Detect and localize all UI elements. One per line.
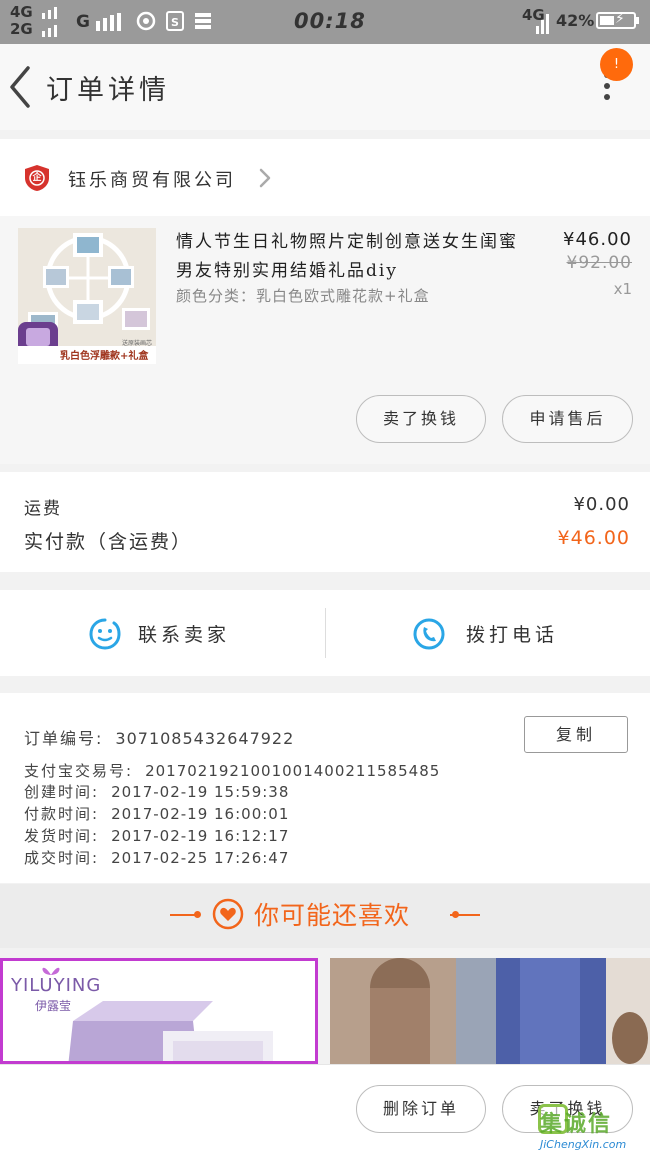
- total-value: ¥46.00: [557, 527, 630, 549]
- created-row: 创建时间: 2017-02-19 15:59:38: [24, 781, 289, 802]
- recommend-title: 你可能还喜欢: [254, 901, 411, 930]
- battery-icon: ⚡: [596, 11, 636, 29]
- created-label: 创建时间:: [24, 783, 100, 801]
- sync-icon: [136, 11, 156, 31]
- completed-row: 成交时间: 2017-02-25 17:26:47: [24, 847, 289, 868]
- card-brand-text: YILUYING: [11, 975, 102, 996]
- recommend-card-hair[interactable]: [330, 958, 650, 1064]
- copy-button[interactable]: 复制: [524, 716, 628, 753]
- signal-icon: [42, 7, 57, 37]
- signal-right-icon: [536, 14, 549, 34]
- product-box-illustration: [68, 1001, 273, 1061]
- total-label: 实付款（含运费）: [24, 531, 193, 553]
- paid-label: 付款时间:: [24, 805, 100, 823]
- recommend-line-right: [450, 914, 480, 916]
- order-number-label: 订单编号:: [24, 729, 104, 748]
- delete-order-button[interactable]: 删除订单: [356, 1085, 486, 1133]
- after-sale-button[interactable]: 申请售后: [502, 395, 633, 443]
- page-title: 订单详情: [46, 75, 170, 106]
- order-number: 3071085432647922: [115, 729, 295, 748]
- sd-card-icon: S: [166, 11, 184, 31]
- recommend-dot-left: [194, 911, 201, 918]
- product-quantity: x1: [613, 280, 632, 298]
- product-original-price: ¥92.00: [566, 253, 632, 273]
- shipping-label: 运费: [24, 499, 62, 519]
- storage-icon: [195, 13, 211, 29]
- clock: 00:18: [294, 9, 366, 33]
- fees-section: [0, 472, 650, 572]
- shop-name[interactable]: 钰乐商贸有限公司: [68, 166, 236, 192]
- shipped-row: 发货时间: 2017-02-19 16:12:17: [24, 825, 289, 846]
- notification-badge: !: [600, 48, 633, 81]
- heart-icon: [212, 898, 244, 930]
- product-image[interactable]: 乳白色浮雕款+礼盒 送原装画芯: [18, 228, 156, 364]
- chevron-right-icon[interactable]: [258, 167, 272, 189]
- svg-text:S: S: [171, 16, 179, 29]
- signal-bars-icon: [96, 13, 121, 31]
- network-indicator: 4G 2G: [10, 3, 33, 38]
- battery-percentage: 42%: [556, 11, 595, 30]
- chat-smile-icon[interactable]: [88, 617, 122, 651]
- alipay-number: 2017021921001001400211585485: [145, 762, 441, 780]
- product-image-tag: 送原装画芯: [122, 340, 153, 347]
- back-arrow-icon[interactable]: [6, 64, 36, 110]
- completed-label: 成交时间:: [24, 849, 100, 867]
- contact-divider: [325, 608, 326, 658]
- shipped-time: 2017-02-19 16:12:17: [111, 827, 290, 845]
- watermark: 集诚信 JiChengXin.com: [538, 1104, 650, 1155]
- battery-tip: [636, 17, 639, 24]
- product-image-caption: 乳白色浮雕款+礼盒: [60, 351, 149, 362]
- butterfly-icon: [42, 967, 60, 975]
- resell-button[interactable]: 卖了换钱: [356, 395, 486, 443]
- shipping-value: ¥0.00: [573, 494, 630, 515]
- alipay-row: 支付宝交易号: 2017021921001001400211585485: [24, 760, 440, 781]
- phone-icon[interactable]: [412, 617, 446, 651]
- product-sku: 颜色分类：乳白色欧式雕花款+礼盒: [176, 287, 430, 305]
- watermark-cn: 集诚信: [540, 1112, 613, 1137]
- created-time: 2017-02-19 15:59:38: [111, 783, 290, 801]
- recommend-card-skincare[interactable]: YILUYING 伊露莹: [0, 958, 318, 1064]
- paid-row: 付款时间: 2017-02-19 16:00:01: [24, 803, 289, 824]
- product-title[interactable]: 情人节生日礼物照片定制创意送女生闺蜜男友特别实用结婚礼品diy: [176, 228, 520, 286]
- call-phone-button[interactable]: 拨打电话: [466, 620, 558, 647]
- hair-photo-illustration: [330, 958, 650, 1064]
- shop-logo-text: 企: [32, 173, 42, 183]
- paid-time: 2017-02-19 16:00:01: [111, 805, 290, 823]
- watermark-url: JiChengXin.com: [540, 1138, 627, 1151]
- order-number-row: 订单编号: 3071085432647922: [24, 725, 294, 749]
- shipped-label: 发货时间:: [24, 827, 100, 845]
- alipay-label: 支付宝交易号:: [24, 762, 134, 780]
- product-price: ¥46.00: [563, 229, 632, 250]
- completed-time: 2017-02-25 17:26:47: [111, 849, 290, 867]
- network-g-indicator: G: [76, 12, 90, 32]
- contact-seller-button[interactable]: 联系卖家: [138, 620, 230, 647]
